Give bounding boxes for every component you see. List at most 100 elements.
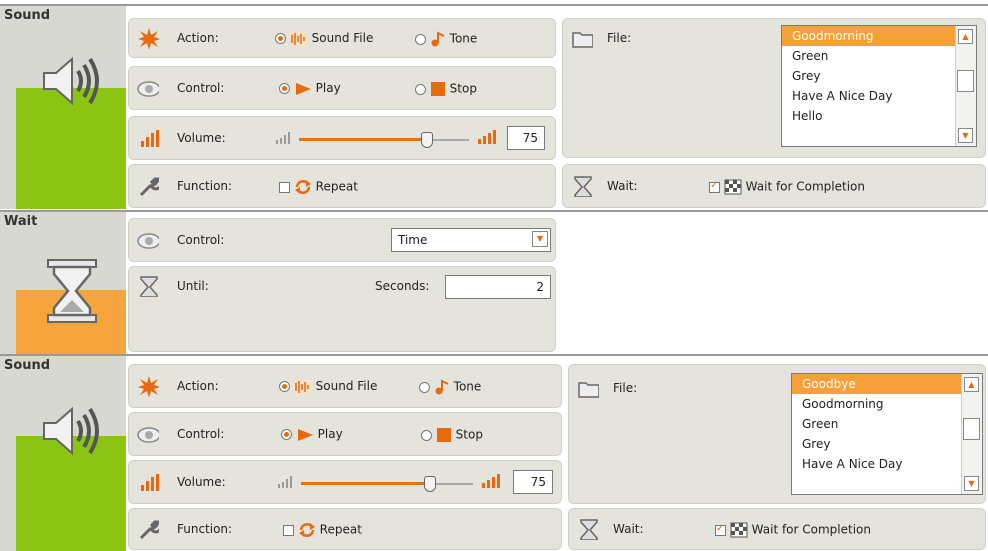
wrench-icon [139, 176, 159, 197]
hourglass-large-icon [47, 259, 97, 323]
sound-block-2: Sound Action: Sound File Tone Control: P… [0, 356, 988, 551]
scroll-down-icon[interactable]: ▼ [964, 476, 979, 491]
volume-slider[interactable] [301, 474, 473, 494]
scroll-thumb[interactable] [957, 70, 974, 92]
hourglass-icon [574, 176, 592, 197]
volume-input[interactable]: 75 [513, 470, 553, 494]
tone-note-icon [431, 31, 445, 47]
play-label: Play [315, 81, 341, 95]
volume-high-icon [482, 474, 500, 488]
scroll-down-icon[interactable]: ▼ [958, 128, 973, 143]
function-label: Function: [177, 522, 233, 536]
volume-label: Volume: [177, 131, 226, 145]
repeat-checkbox[interactable] [279, 181, 290, 193]
block-title: Sound [4, 358, 51, 373]
sound-block-1: Sound Action: Sound File Tone Control: P… [0, 6, 988, 209]
chevron-down-icon[interactable]: ▼ [532, 231, 548, 247]
repeat-option[interactable]: Repeat [283, 522, 362, 538]
soundfile-label: Sound File [311, 31, 374, 45]
play-radio[interactable] [279, 83, 290, 94]
file-item[interactable]: Have A Nice Day [792, 454, 982, 474]
speaker-icon [43, 56, 99, 106]
volume-low-icon [276, 132, 290, 144]
file-label: File: [607, 31, 632, 45]
volume-slider-knob[interactable] [420, 132, 433, 148]
file-panel: File: Goodmorning Green Grey Have A Nice… [562, 18, 986, 158]
scroll-up-icon[interactable]: ▲ [964, 377, 979, 392]
hourglass-icon [580, 519, 598, 540]
volume-row: Volume: 75 [128, 116, 556, 160]
file-item[interactable]: Have A Nice Day [782, 86, 976, 106]
stop-radio[interactable] [421, 429, 432, 441]
wait-block-icon-panel: Wait [0, 212, 126, 354]
checkered-flag-icon [724, 179, 742, 195]
repeat-arrows-icon [294, 180, 311, 194]
volume-bars-icon [141, 474, 159, 491]
eye-icon [137, 233, 159, 249]
action-tone-option[interactable]: Tone [415, 31, 477, 47]
hourglass-icon [140, 276, 158, 297]
action-burst-icon [138, 28, 159, 49]
scroll-up-icon[interactable]: ▲ [958, 29, 973, 44]
wait-checkbox[interactable] [715, 523, 726, 536]
control-label: Control: [177, 427, 225, 441]
folder-icon [572, 32, 593, 48]
eye-icon [137, 81, 159, 97]
file-item[interactable]: Goodmorning [792, 394, 982, 414]
seconds-label: Seconds: [375, 279, 430, 293]
wait-completion-option[interactable]: Wait for Completion [709, 179, 865, 195]
file-item[interactable]: Goodbye [792, 374, 982, 394]
file-item[interactable]: Grey [792, 434, 982, 454]
wait-checkbox[interactable] [709, 180, 720, 193]
volume-input[interactable]: 75 [507, 126, 545, 150]
action-row: Action: Sound File Tone [128, 364, 562, 408]
seconds-input[interactable]: 2 [445, 275, 551, 299]
control-label: Control: [177, 81, 225, 95]
soundfile-radio[interactable] [279, 381, 290, 392]
control-select-value: Time [398, 233, 428, 247]
eye-icon [137, 427, 159, 443]
volume-label: Volume: [177, 475, 226, 489]
control-select[interactable]: Time ▼ [391, 228, 551, 252]
file-scrollbar[interactable]: ▲ ▼ [955, 26, 976, 146]
wait-label: Wait: [607, 179, 638, 193]
control-play-option[interactable]: Play [279, 81, 341, 96]
soundfile-wave-icon [293, 379, 312, 394]
file-scrollbar[interactable]: ▲ ▼ [961, 374, 982, 494]
repeat-checkbox[interactable] [283, 524, 294, 536]
volume-slider-knob[interactable] [424, 476, 436, 492]
action-label: Action: [177, 379, 219, 393]
stop-icon [436, 428, 451, 442]
action-soundfile-option[interactable]: Sound File [275, 31, 373, 46]
tone-label: Tone [449, 31, 478, 46]
wait-completion-label: Wait for Completion [745, 179, 866, 194]
wait-completion-option[interactable]: Wait for Completion [715, 522, 871, 538]
file-label: File: [613, 381, 638, 395]
file-item[interactable]: Green [782, 46, 976, 66]
wait-label: Wait: [613, 522, 644, 536]
scroll-thumb[interactable] [963, 418, 980, 440]
control-stop-option[interactable]: Stop [415, 81, 477, 97]
checkered-flag-icon [730, 522, 748, 538]
control-stop-option[interactable]: Stop [421, 427, 483, 443]
file-listbox[interactable]: Goodmorning Green Grey Have A Nice Day H… [781, 25, 977, 147]
file-item[interactable]: Green [792, 414, 982, 434]
file-item[interactable]: Goodmorning [782, 26, 976, 46]
tone-radio[interactable] [415, 33, 426, 45]
control-label: Control: [177, 233, 225, 247]
volume-row: Volume: 75 [128, 460, 562, 504]
file-item[interactable]: Hello [782, 106, 976, 126]
repeat-option[interactable]: Repeat [279, 179, 358, 195]
soundfile-radio[interactable] [275, 33, 286, 44]
wait-row: Wait: Wait for Completion [562, 164, 986, 208]
stop-radio[interactable] [415, 83, 426, 95]
file-item[interactable]: Grey [782, 66, 976, 86]
file-listbox[interactable]: Goodbye Goodmorning Green Grey Have A Ni… [791, 373, 983, 495]
tone-radio[interactable] [419, 381, 430, 393]
control-play-option[interactable]: Play [281, 427, 343, 442]
action-tone-option[interactable]: Tone [419, 379, 481, 395]
volume-slider[interactable] [299, 130, 469, 150]
action-soundfile-option[interactable]: Sound File [279, 379, 377, 394]
play-radio[interactable] [281, 429, 292, 440]
stop-icon [430, 82, 445, 96]
